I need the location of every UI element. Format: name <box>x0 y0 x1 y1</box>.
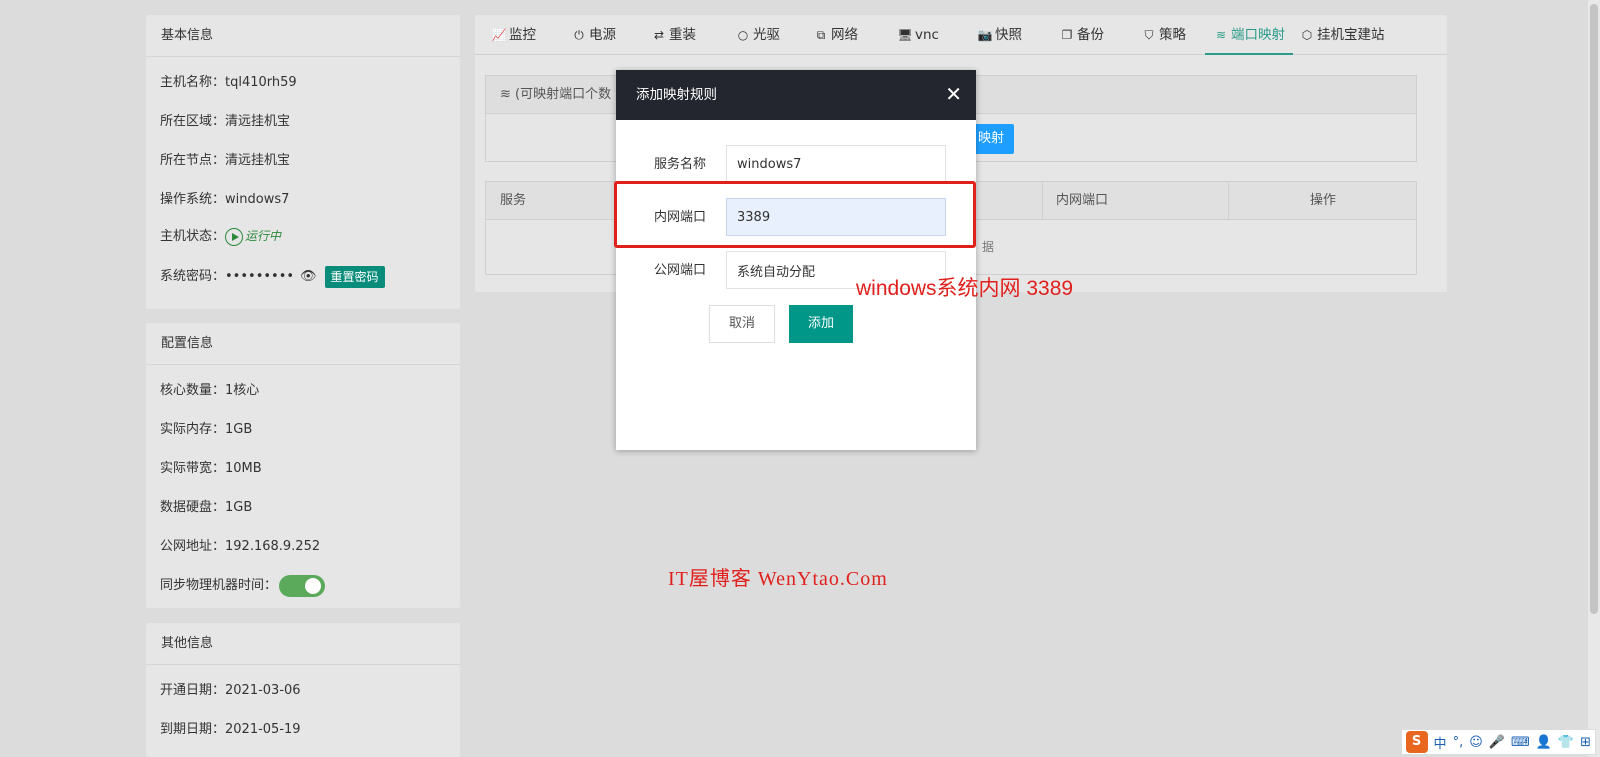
col-service: 服务 <box>500 193 527 208</box>
keyboard-icon[interactable]: ⌨ <box>1511 735 1530 750</box>
disc-icon: ○ <box>737 28 749 42</box>
ime-logo[interactable]: S <box>1405 731 1428 753</box>
cores: 核心数量：1核心 <box>160 383 260 398</box>
hostname: 主机名称：tql410rh59 <box>160 75 297 90</box>
wifi-icon: ≋ <box>500 87 516 102</box>
sync-time: 同步物理机器时间： <box>160 574 326 597</box>
eye-icon[interactable]: 👁 <box>300 269 317 284</box>
public-port-label: 公网端口 <box>654 263 707 278</box>
status-badge: 运行中 <box>245 229 282 243</box>
desktop-icon: 🖥 <box>897 28 913 42</box>
tab-vnc[interactable]: 🖥 vnc <box>897 15 939 55</box>
col-action: 操作 <box>1309 193 1336 208</box>
disk: 数据硬盘：1GB <box>160 500 253 515</box>
node: 所在节点：清远挂机宝 <box>160 153 291 168</box>
bandwidth: 实际带宽：10MB <box>160 461 262 476</box>
os: 操作系统：windows7 <box>160 192 290 207</box>
watermark: IT屋博客 WenYtao.Com <box>668 568 888 590</box>
tab-network[interactable]: ⧉ 网络 <box>813 15 858 55</box>
password-label: 系统密码： <box>160 269 226 284</box>
modal-header: 添加映射规则 ✕ <box>616 70 976 120</box>
service-name-label: 服务名称 <box>654 157 707 172</box>
ime-lang[interactable]: 中 <box>1434 733 1447 752</box>
other-info-title: 其他信息 <box>146 623 460 665</box>
add-mapping-modal: 添加映射规则 ✕ 服务名称 内网端口 公网端口 取消 添加 <box>616 70 976 450</box>
camera-icon: 📷 <box>977 28 993 42</box>
memory: 实际内存：1GB <box>160 422 253 437</box>
public-ip: 公网地址：192.168.9.252 <box>160 539 321 554</box>
tab-site-builder[interactable]: ⬡ 挂机宝建站 <box>1299 15 1385 55</box>
tab-snapshot[interactable]: 📷 快照 <box>977 15 1022 55</box>
empty-text: 据 <box>982 240 995 254</box>
tab-port-mapping[interactable]: ≋ 端口映射 <box>1205 15 1293 55</box>
grid-icon[interactable]: ⊞ <box>1580 735 1591 750</box>
basic-info-panel: 基本信息 主机名称：tql410rh59 所在区域：清远挂机宝 所在节点：清远挂… <box>146 15 460 309</box>
cube-icon: ⬡ <box>1301 28 1313 42</box>
tab-backup[interactable]: ❐ 备份 <box>1059 15 1104 55</box>
cancel-button[interactable]: 取消 <box>709 305 775 343</box>
reset-password-button[interactable]: 重置密码 <box>324 265 385 288</box>
user-icon[interactable]: 👤 <box>1536 735 1552 750</box>
modal-title: 添加映射规则 <box>636 87 717 103</box>
highlight-box <box>614 181 976 248</box>
shield-icon: ⛉ <box>1144 28 1154 42</box>
chart-line-icon: 📈 <box>491 28 507 42</box>
sitemap-icon: ⧉ <box>816 28 826 42</box>
ime-toolbar: S 中 °, ☺ 🎤 ⌨ 👤 👕 ⊞ <box>1400 729 1596 755</box>
col-inner-port: 内网端口 <box>1056 193 1109 208</box>
ime-punct[interactable]: °, <box>1453 735 1464 750</box>
tab-bar: 📈 监控 ⏻ 电源 ⇄ 重装 ○ 光驱 ⧉ 网络 🖥 vnc 📷 快照 ❐ 备份 ⛉ 策略 ≋ 端口… <box>475 15 1447 55</box>
status-label: 主机状态： <box>160 229 226 244</box>
emoji-icon[interactable]: ☺ <box>1469 735 1483 750</box>
play-icon <box>225 227 244 246</box>
power-icon: ⏻ <box>574 28 584 42</box>
tab-power[interactable]: ⏻ 电源 <box>571 15 616 55</box>
add-button[interactable]: 添加 <box>789 305 853 343</box>
other-info-panel: 其他信息 开通日期：2021-03-06 到期日期：2021-05-19 <box>146 623 460 757</box>
retweet-icon: ⇄ <box>653 28 665 42</box>
service-name-input[interactable] <box>726 145 946 183</box>
shirt-icon[interactable]: 👕 <box>1558 735 1574 750</box>
tab-policy[interactable]: ⛉ 策略 <box>1141 15 1186 55</box>
tab-cdrom[interactable]: ○ 光驱 <box>735 15 780 55</box>
close-icon[interactable]: ✕ <box>945 70 962 118</box>
region: 所在区域：清远挂机宝 <box>160 114 291 129</box>
password-value: ••••••••• <box>225 269 295 284</box>
copy-icon: ❐ <box>1061 28 1073 42</box>
sync-time-label: 同步物理机器时间： <box>160 578 278 593</box>
expire-date: 到期日期：2021-05-19 <box>160 722 301 737</box>
system-password: 系统密码：••••••••• 👁 重置密码 <box>160 265 385 288</box>
config-info-title: 配置信息 <box>146 323 460 365</box>
tab-monitor[interactable]: 📈 监控 <box>491 15 536 55</box>
mic-icon[interactable]: 🎤 <box>1489 735 1505 750</box>
port-count-info: (可映射端口个数 <box>515 87 612 102</box>
config-info-panel: 配置信息 核心数量：1核心 实际内存：1GB 实际带宽：10MB 数据硬盘：1G… <box>146 323 460 608</box>
scrollbar[interactable] <box>1588 0 1600 757</box>
sync-time-toggle[interactable] <box>279 574 326 597</box>
tab-reinstall[interactable]: ⇄ 重装 <box>651 15 696 55</box>
host-status: 主机状态： 运行中 <box>160 225 281 246</box>
scrollbar-thumb[interactable] <box>1590 4 1598 614</box>
wifi-icon: ≋ <box>1215 28 1227 42</box>
basic-info-title: 基本信息 <box>146 15 460 57</box>
open-date: 开通日期：2021-03-06 <box>160 683 301 698</box>
col-divider <box>1042 182 1043 220</box>
annotation-text: windows系统内网 3389 <box>856 277 1074 300</box>
